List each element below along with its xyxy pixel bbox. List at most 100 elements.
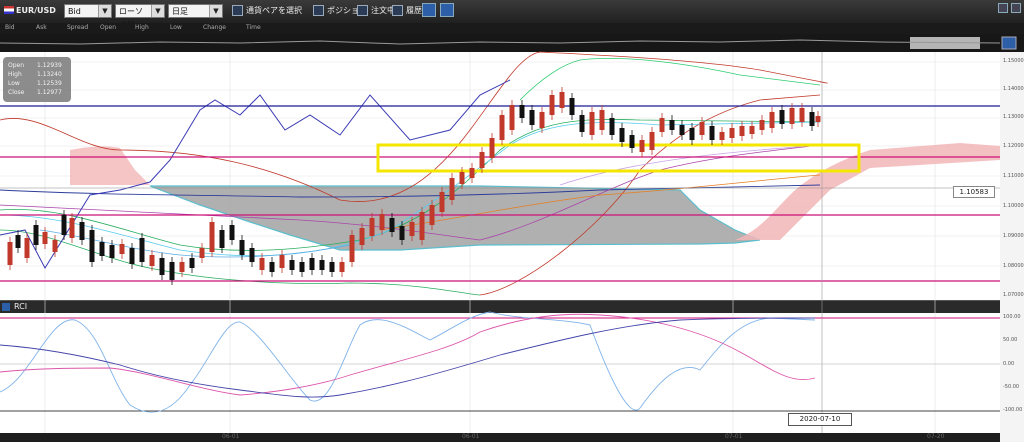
- candle-body: [109, 245, 115, 258]
- candle-body: [259, 258, 265, 270]
- close-label: Close: [8, 89, 25, 96]
- candle-body: [759, 120, 765, 130]
- crosshair-date-tag: 2020-07-10: [788, 413, 852, 426]
- candle-body: [799, 108, 805, 122]
- candle-body: [409, 222, 415, 236]
- chart-canvas: [0, 51, 1000, 433]
- candle-body: [459, 172, 465, 184]
- time-axis-label: 06-01: [462, 433, 480, 440]
- candle-body: [599, 110, 605, 130]
- candle-body: [349, 235, 355, 262]
- price-axis-label: 1.07000: [1003, 292, 1024, 298]
- candle-body: [15, 235, 21, 248]
- candle-body: [209, 222, 215, 252]
- candle-body: [739, 126, 745, 136]
- price-axis-label: 1.11000: [1003, 173, 1024, 179]
- candle-body: [499, 115, 505, 140]
- time-axis-label: 07-20: [927, 433, 945, 440]
- rci-axis-label: 50.00: [1003, 337, 1018, 343]
- price-axis-label: 1.12000: [1003, 143, 1024, 149]
- candle-body: [239, 240, 245, 255]
- high-value: 1.13240: [37, 71, 62, 78]
- candle-body: [659, 118, 665, 132]
- candle-body: [309, 258, 315, 270]
- candle-body: [699, 122, 705, 135]
- candle-body: [319, 260, 325, 270]
- low-label: Low: [8, 80, 20, 87]
- rci-axis-label: -50.00: [1003, 384, 1020, 390]
- candle-body: [329, 262, 335, 272]
- price-axis-label: 1.09000: [1003, 233, 1024, 239]
- current-price-tag: 1.10583: [953, 186, 995, 198]
- rci-axis-label: 100.00: [1003, 314, 1021, 320]
- candle-body: [439, 192, 445, 212]
- candle-body: [289, 260, 295, 270]
- price-axis-label: 1.13000: [1003, 114, 1024, 120]
- candle-body: [589, 112, 595, 135]
- candle-body: [629, 135, 635, 148]
- candle-body: [809, 112, 815, 126]
- candle-body: [269, 262, 275, 272]
- candle-body: [749, 126, 755, 134]
- candle-body: [529, 110, 535, 125]
- price-axis-label: 1.14000: [1003, 86, 1024, 92]
- rci-axis-label: -100.00: [1003, 407, 1023, 413]
- candle-body: [769, 112, 775, 128]
- candle-body: [539, 112, 545, 128]
- low-value: 1.12539: [37, 80, 62, 87]
- candle-body: [249, 248, 255, 262]
- candle-body: [569, 98, 575, 115]
- candle-body: [199, 248, 205, 258]
- candle-body: [519, 105, 525, 118]
- candle-body: [429, 205, 435, 225]
- close-value: 1.12977: [37, 89, 62, 96]
- candle-body: [359, 228, 365, 245]
- candle-body: [579, 115, 585, 132]
- rci-axis-label: 0.00: [1003, 361, 1015, 367]
- candle-body: [299, 262, 305, 272]
- candle-body: [159, 258, 165, 275]
- price-axis-label: 1.15000: [1003, 58, 1024, 64]
- candle-body: [229, 225, 235, 240]
- candle-body: [42, 232, 48, 244]
- candle-body: [99, 242, 105, 256]
- candle-body: [89, 230, 95, 262]
- price-axis-label: 1.10000: [1003, 203, 1024, 209]
- price-axis-label: 1.08000: [1003, 263, 1024, 269]
- candle-body: [679, 125, 685, 135]
- candle-body: [709, 126, 715, 140]
- candle-body: [779, 110, 785, 124]
- candle-body: [509, 105, 515, 130]
- candle-body: [52, 240, 58, 252]
- candle-body: [379, 214, 385, 230]
- candle-body: [79, 222, 85, 240]
- candle-body: [419, 212, 425, 240]
- candle-body: [189, 258, 195, 268]
- open-label: Open: [8, 62, 25, 69]
- candle-body: [33, 225, 39, 245]
- candle-body: [729, 128, 735, 138]
- candle-body: [7, 242, 13, 265]
- candle-body: [489, 138, 495, 158]
- candle-body: [449, 178, 455, 200]
- candle-body: [469, 168, 475, 178]
- high-label: High: [8, 71, 22, 78]
- candle-body: [549, 95, 555, 115]
- candle-body: [139, 238, 145, 262]
- candle-body: [279, 255, 285, 268]
- candle-body: [389, 218, 395, 232]
- candle-body: [619, 128, 625, 142]
- candle-body: [61, 215, 67, 235]
- candle-body: [369, 218, 375, 236]
- candle-body: [639, 140, 645, 152]
- candle-body: [609, 118, 615, 135]
- candle-body: [689, 128, 695, 140]
- open-value: 1.12939: [37, 62, 62, 69]
- candle-body: [219, 230, 225, 248]
- ohlc-info-box: Open 1.12939 High 1.13240 Low 1.12539 Close…: [3, 57, 71, 102]
- candle-body: [559, 92, 565, 108]
- candle-body: [479, 152, 485, 168]
- candle-body: [339, 262, 345, 272]
- candle-body: [149, 255, 155, 266]
- candle-body: [719, 132, 725, 140]
